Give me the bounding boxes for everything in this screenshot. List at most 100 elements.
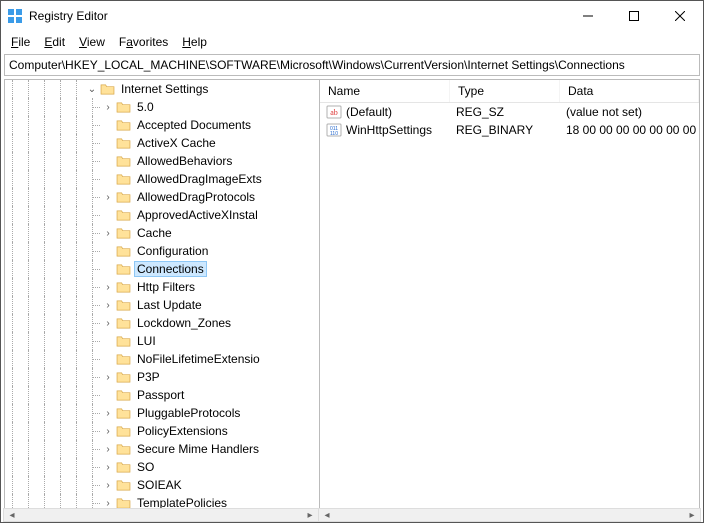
chevron-right-icon[interactable]: › (101, 102, 115, 113)
chevron-right-icon[interactable]: › (101, 228, 115, 239)
tree-item[interactable]: ›Lockdown_Zones (5, 314, 319, 332)
column-header-type[interactable]: Type (450, 80, 560, 102)
folder-icon (115, 297, 131, 313)
tree-item[interactable]: › PluggableProtocols (5, 404, 319, 422)
chevron-right-icon[interactable]: › (101, 282, 115, 293)
chevron-right-icon[interactable]: › (101, 192, 115, 203)
tree-item[interactable]: LUI (5, 332, 319, 350)
chevron-right-icon[interactable]: › (101, 462, 115, 473)
chevron-right-icon[interactable]: › (101, 498, 115, 509)
folder-icon (115, 369, 131, 385)
tree-item[interactable]: › P3P (5, 368, 319, 386)
scroll-left-icon[interactable]: ◂ (319, 510, 335, 521)
chevron-right-icon[interactable]: › (101, 300, 115, 311)
tree-item[interactable]: › Cache (5, 224, 319, 242)
tree-item[interactable]: Passport (5, 386, 319, 404)
menu-file[interactable]: File (5, 33, 36, 51)
scroll-right-icon[interactable]: ▸ (302, 510, 318, 521)
tree-label: LUI (134, 334, 159, 348)
tree-label: AllowedDragImageExts (134, 172, 265, 186)
tree-item-internet-settings[interactable]: ⌄ Internet Settings (5, 80, 319, 98)
tree-label: Cache (134, 226, 175, 240)
values-pane[interactable]: Name Type Data ab(Default)REG_SZ(value n… (320, 79, 700, 510)
close-button[interactable] (657, 1, 703, 31)
folder-icon (115, 441, 131, 457)
menu-favorites[interactable]: Favorites (113, 33, 174, 51)
tree-item[interactable]: ›Last Update (5, 296, 319, 314)
tree-item[interactable]: Accepted Documents (5, 116, 319, 134)
tree-item[interactable]: ActiveX Cache (5, 134, 319, 152)
tree-item[interactable]: AllowedDragImageExts (5, 170, 319, 188)
svg-text:110: 110 (330, 131, 338, 137)
value-row[interactable]: 011110WinHttpSettingsREG_BINARY18 00 00 … (320, 121, 699, 139)
folder-icon (115, 117, 131, 133)
tree-item[interactable]: ›AllowedDragProtocols (5, 188, 319, 206)
chevron-down-icon[interactable]: ⌄ (85, 84, 99, 95)
folder-icon (99, 81, 115, 97)
folder-icon (115, 171, 131, 187)
tree-label: PolicyExtensions (134, 424, 231, 438)
tree-label: NoFileLifetimeExtensio (134, 352, 263, 366)
tree-item[interactable]: › SOIEAK (5, 476, 319, 494)
tree-label: AllowedBehaviors (134, 154, 235, 168)
tree-item[interactable]: NoFileLifetimeExtensio (5, 350, 319, 368)
menu-bar: File Edit View Favorites Help (1, 31, 703, 53)
chevron-right-icon[interactable]: › (101, 426, 115, 437)
title-bar: Registry Editor (1, 1, 703, 31)
menu-view[interactable]: View (73, 33, 111, 51)
tree-item[interactable]: › PolicyExtensions (5, 422, 319, 440)
value-row[interactable]: ab(Default)REG_SZ(value not set) (320, 103, 699, 121)
tree-item[interactable]: ›Secure Mime Handlers (5, 440, 319, 458)
folder-icon (115, 351, 131, 367)
tree-item[interactable]: › Http Filters (5, 278, 319, 296)
folder-icon (115, 243, 131, 259)
column-header-data[interactable]: Data (560, 80, 699, 102)
tree-item[interactable]: ApprovedActiveXInstal (5, 206, 319, 224)
folder-icon (115, 153, 131, 169)
scroll-right-icon[interactable]: ▸ (684, 510, 700, 521)
folder-icon (115, 261, 131, 277)
value-name: WinHttpSettings (346, 123, 456, 137)
maximize-button[interactable] (611, 1, 657, 31)
folder-icon (115, 135, 131, 151)
tree-item[interactable]: AllowedBehaviors (5, 152, 319, 170)
column-headers: Name Type Data (320, 80, 699, 103)
tree-pane[interactable]: ⌄ Internet Settings ›5.0 Accepted Documents… (4, 79, 320, 510)
tree-item[interactable]: ›5.0 (5, 98, 319, 116)
menu-help[interactable]: Help (176, 33, 213, 51)
chevron-right-icon[interactable]: › (101, 318, 115, 329)
tree-item[interactable]: Configuration (5, 242, 319, 260)
value-data: 18 00 00 00 00 00 00 00 01 00 0 (566, 123, 699, 137)
tree-item[interactable]: ›TemplatePolicies (5, 494, 319, 509)
address-bar[interactable]: Computer\HKEY_LOCAL_MACHINE\SOFTWARE\Mic… (4, 54, 700, 76)
tree-label: ApprovedActiveXInstal (134, 208, 261, 222)
menu-edit[interactable]: Edit (38, 33, 71, 51)
scroll-left-icon[interactable]: ◂ (4, 510, 20, 521)
tree-h-scrollbar[interactable]: ◂ ▸ (3, 508, 319, 522)
tree-label: Internet Settings (118, 82, 211, 96)
column-header-name[interactable]: Name (320, 80, 450, 102)
folder-icon (115, 477, 131, 493)
tree-label: SOIEAK (134, 478, 185, 492)
folder-icon (115, 315, 131, 331)
tree-label: Accepted Documents (134, 118, 254, 132)
tree-label: Http Filters (134, 280, 198, 294)
folder-icon (115, 333, 131, 349)
tree-label: P3P (134, 370, 163, 384)
chevron-right-icon[interactable]: › (101, 408, 115, 419)
tree-label: PluggableProtocols (134, 406, 243, 420)
horizontal-scrollbars: ◂ ▸ ◂ ▸ (3, 508, 701, 522)
list-h-scrollbar[interactable]: ◂ ▸ (319, 508, 701, 522)
folder-icon (115, 495, 131, 509)
minimize-button[interactable] (565, 1, 611, 31)
chevron-right-icon[interactable]: › (101, 444, 115, 455)
tree-item[interactable]: Connections (5, 260, 319, 278)
window-buttons (565, 1, 703, 31)
tree-item[interactable]: ›SO (5, 458, 319, 476)
value-name: (Default) (346, 105, 456, 119)
folder-icon (115, 387, 131, 403)
value-type: REG_SZ (456, 105, 566, 119)
folder-icon (115, 225, 131, 241)
chevron-right-icon[interactable]: › (101, 372, 115, 383)
chevron-right-icon[interactable]: › (101, 480, 115, 491)
